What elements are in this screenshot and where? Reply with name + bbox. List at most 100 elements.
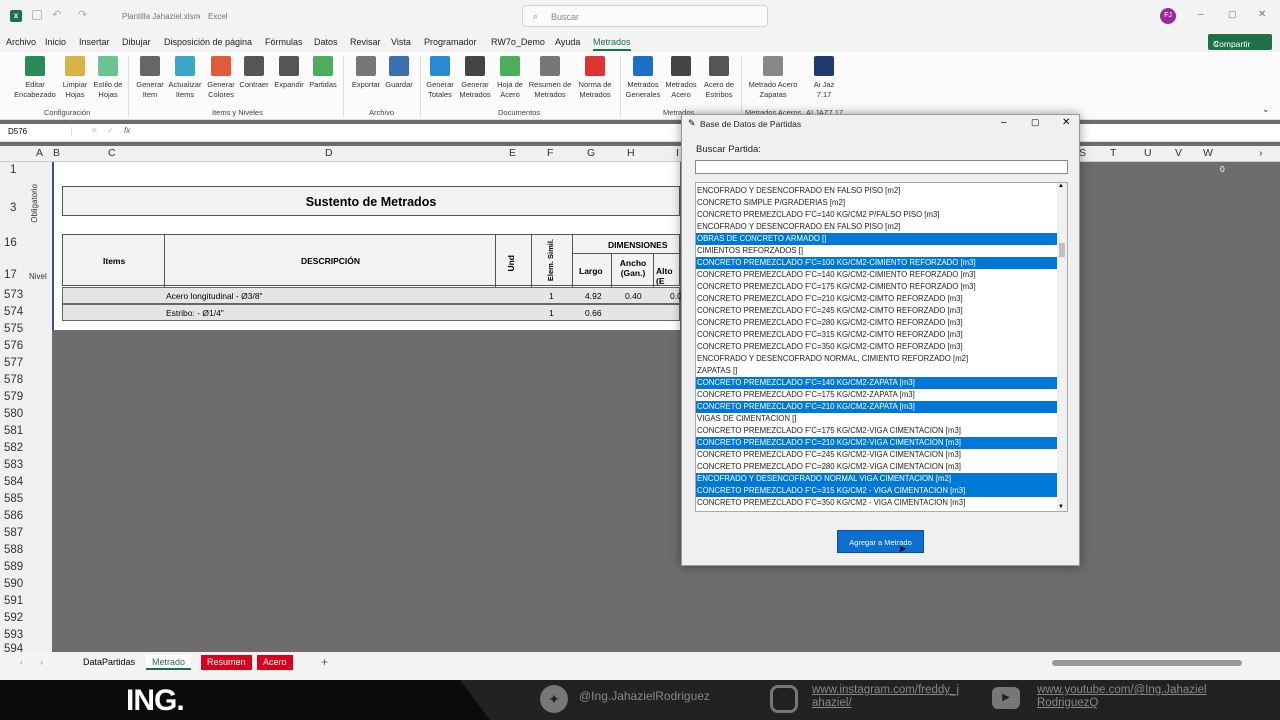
column-header[interactable]: S: [1079, 147, 1086, 159]
column-header[interactable]: A: [36, 147, 43, 159]
tab-dibujar[interactable]: Dibujar: [122, 37, 151, 47]
partida-list-item[interactable]: CONCRETO PREMEZCLADO F'C=280 KG/CM2-CIMT…: [696, 317, 1059, 329]
partida-list-item[interactable]: ENCOFRADO Y DESENCOFRADO NORMAL VIGA CIM…: [696, 473, 1059, 485]
maximize-icon[interactable]: ▢: [1228, 9, 1237, 20]
row-elem[interactable]: 1: [549, 291, 554, 301]
add-sheet-icon[interactable]: +: [321, 655, 328, 669]
row-header[interactable]: 587: [4, 527, 23, 539]
prev-sheet-icon[interactable]: ‹: [20, 657, 23, 667]
partida-list-item[interactable]: CIMIENTOS REFORZADOS []: [696, 245, 1059, 257]
sheet-tab-acero[interactable]: Acero: [257, 655, 293, 670]
autosave-icon[interactable]: [32, 10, 42, 20]
row-descripcion[interactable]: Estribo: - Ø1/4": [166, 308, 224, 318]
row-header[interactable]: 590: [4, 578, 23, 590]
row-header[interactable]: 1: [10, 164, 16, 176]
row-header[interactable]: 581: [4, 425, 23, 437]
agregar-metrado-button[interactable]: Agregar a Metrado: [837, 530, 924, 553]
scroll-thumb[interactable]: [1059, 243, 1065, 257]
generar-colores-button[interactable]: Generar Colores: [205, 54, 237, 100]
column-header[interactable]: D: [325, 147, 333, 159]
row-largo[interactable]: 4.92: [585, 291, 602, 301]
resumen-metrados-button[interactable]: Resumen de Metrados: [527, 54, 573, 100]
guardar-button[interactable]: Guardar: [383, 54, 415, 90]
row-header[interactable]: 575: [4, 323, 23, 335]
tab-insertar[interactable]: Insertar: [79, 37, 110, 47]
tab-inicio[interactable]: Inicio: [45, 37, 66, 47]
tab-rw7o-demo[interactable]: RW7o_Demo: [491, 37, 545, 47]
row-descripcion[interactable]: Acero longitudinal - Ø3/8": [166, 291, 263, 301]
column-header[interactable]: E: [509, 147, 516, 159]
share-button[interactable]: ⇪ Compartir: [1208, 34, 1272, 50]
acero-estribos-button[interactable]: Acero de Estribos: [700, 54, 738, 100]
partida-list-item[interactable]: CONCRETO PREMEZCLADO F'C=140 KG/CM2-CIMI…: [696, 269, 1059, 281]
row-header[interactable]: 586: [4, 510, 23, 522]
tab-vista[interactable]: Vista: [391, 37, 411, 47]
row-header[interactable]: 585: [4, 493, 23, 505]
contraer-button[interactable]: Contraer: [238, 54, 270, 90]
generar-totales-button[interactable]: Generar Totales: [424, 54, 456, 100]
partida-list-item[interactable]: CONCRETO PREMEZCLADO F'C=245 KG/CM2-CIMT…: [696, 305, 1059, 317]
metrado-acero-zapatas-button[interactable]: Metrado Acero Zapatas: [745, 54, 801, 100]
dialog-close-icon[interactable]: ✕: [1062, 117, 1070, 128]
sheet-tab-datapartidas[interactable]: DataPartidas: [77, 655, 141, 670]
redo-icon[interactable]: ↷: [78, 8, 87, 21]
column-header[interactable]: U: [1144, 147, 1152, 159]
generar-item-button[interactable]: Generar Item: [134, 54, 166, 100]
partida-list-item[interactable]: CONCRETO PREMEZCLADO F'C=315 KG/CM2-CIMT…: [696, 329, 1059, 341]
row-header[interactable]: 573: [4, 289, 23, 301]
expandir-button[interactable]: Expandir: [272, 54, 306, 90]
avatar[interactable]: FJ: [1160, 8, 1176, 24]
buscar-partida-input[interactable]: [695, 160, 1068, 174]
row-header[interactable]: 589: [4, 561, 23, 573]
list-scrollbar[interactable]: ▲ ▼: [1057, 183, 1067, 511]
column-header[interactable]: V: [1175, 147, 1182, 159]
row-header[interactable]: 592: [4, 612, 23, 624]
row-largo[interactable]: 0.66: [585, 308, 602, 318]
tab-metrados[interactable]: Metrados: [593, 37, 631, 51]
partida-list-item[interactable]: CONCRETO PREMEZCLADO F'C=100 KG/CM2-CIMI…: [696, 257, 1059, 269]
column-header[interactable]: I: [676, 147, 679, 159]
table-row[interactable]: Estribo: - Ø1/4" 1 0.66: [62, 304, 680, 321]
partida-list-item[interactable]: OBRAS DE CONCRETO ARMADO []: [696, 233, 1059, 245]
row-header[interactable]: 584: [4, 476, 23, 488]
row-header[interactable]: 3: [10, 202, 16, 214]
partida-list-item[interactable]: CONCRETO PREMEZCLADO F'C=175 KG/CM2-ZAPA…: [696, 389, 1059, 401]
scroll-up-icon[interactable]: ▲: [1058, 183, 1064, 189]
partida-list-item[interactable]: ENCOFRADO Y DESENCOFRADO EN FALSO PISO […: [696, 185, 1059, 197]
editar-encabezado-button[interactable]: Editar Encabezado: [12, 54, 58, 100]
partida-list-item[interactable]: ENCOFRADO Y DESENCOFRADO NORMAL, CIMIENT…: [696, 353, 1059, 365]
tab-archivo[interactable]: Archivo: [6, 37, 36, 47]
scroll-right-icon[interactable]: ›: [1259, 147, 1263, 159]
name-box[interactable]: D576: [8, 127, 72, 136]
confirm-icon[interactable]: ✓: [107, 126, 114, 135]
partida-list-item[interactable]: CONCRETO PREMEZCLADO F'C=210 KG/CM2-ZAPA…: [696, 401, 1059, 413]
partida-list-item[interactable]: CONCRETO PREMEZCLADO F'C=175 KG/CM2-CIMI…: [696, 281, 1059, 293]
partida-list-item[interactable]: CONCRETO PREMEZCLADO F'C=350 KG/CM2 - VI…: [696, 497, 1059, 509]
column-header[interactable]: F: [547, 147, 553, 159]
close-icon[interactable]: ✕: [1258, 9, 1266, 20]
partida-list-item[interactable]: CONCRETO PREMEZCLADO F'C=245 KG/CM2-VIGA…: [696, 449, 1059, 461]
row-header[interactable]: 582: [4, 442, 23, 454]
norma-metrados-button[interactable]: Norma de Metrados: [575, 54, 615, 100]
row-ancho[interactable]: 0.40: [625, 291, 642, 301]
limpiar-hojas-button[interactable]: Limpiar Hojas: [60, 54, 90, 100]
horizontal-scrollbar[interactable]: [1052, 660, 1242, 666]
function-icon[interactable]: fx: [124, 126, 130, 135]
tab-formulas[interactable]: Fórmulas: [265, 37, 303, 47]
partida-list-item[interactable]: LOSAS DE CIMENTACION []: [696, 509, 1059, 511]
next-sheet-icon[interactable]: ›: [40, 657, 43, 667]
tab-ayuda[interactable]: Ayuda: [555, 37, 580, 47]
partida-list-item[interactable]: CONCRETO PREMEZCLADO F'C=140 KG/CM2-ZAPA…: [696, 377, 1059, 389]
column-header[interactable]: H: [627, 147, 635, 159]
search-input[interactable]: ⌕ Buscar: [522, 5, 768, 27]
row-header[interactable]: 574: [4, 306, 23, 318]
row-header[interactable]: 580: [4, 408, 23, 420]
column-header[interactable]: B: [53, 147, 60, 159]
partida-list-item[interactable]: CONCRETO PREMEZCLADO F'C=140 KG/CM2 P/FA…: [696, 209, 1059, 221]
dialog-maximize-icon[interactable]: ▢: [1031, 117, 1040, 128]
exportar-button[interactable]: Exportar: [348, 54, 384, 90]
row-header[interactable]: 588: [4, 544, 23, 556]
row-header[interactable]: 583: [4, 459, 23, 471]
row-header[interactable]: 17: [4, 269, 17, 281]
sheet-tab-resumen[interactable]: Resumen: [201, 655, 252, 670]
